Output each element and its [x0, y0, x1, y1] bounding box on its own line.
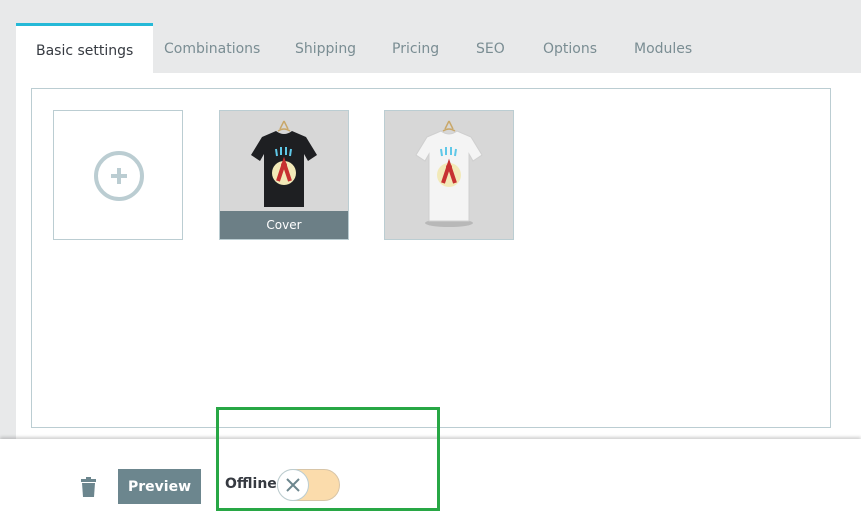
white-tshirt-image — [415, 120, 483, 227]
tab-options[interactable]: Options — [543, 23, 597, 73]
tab-basic-settings[interactable]: Basic settings — [16, 23, 154, 73]
tab-seo[interactable]: SEO — [476, 23, 505, 73]
basic-settings-panel: Cover — [16, 73, 861, 439]
add-image-button[interactable] — [53, 110, 183, 240]
tab-pricing[interactable]: Pricing — [392, 23, 439, 73]
tab-modules[interactable]: Modules — [634, 23, 692, 73]
cover-label: Cover — [220, 211, 348, 239]
status-label: Offline — [225, 476, 277, 492]
product-image[interactable] — [384, 110, 514, 240]
product-image-cover[interactable]: Cover — [219, 110, 349, 240]
plus-circle-icon — [94, 151, 144, 201]
online-toggle[interactable] — [277, 469, 340, 501]
tab-combinations[interactable]: Combinations — [164, 23, 260, 73]
preview-button[interactable]: Preview — [118, 469, 201, 504]
product-footer: Preview Offline — [0, 439, 861, 519]
black-tshirt-image — [251, 120, 317, 207]
close-icon — [286, 478, 300, 492]
toggle-knob — [277, 469, 309, 501]
product-images-dropzone[interactable]: Cover — [31, 88, 831, 428]
tab-shipping[interactable]: Shipping — [295, 23, 356, 73]
product-tabs: Basic settings Combinations Shipping Pri… — [16, 23, 861, 73]
trash-icon[interactable] — [80, 477, 97, 497]
